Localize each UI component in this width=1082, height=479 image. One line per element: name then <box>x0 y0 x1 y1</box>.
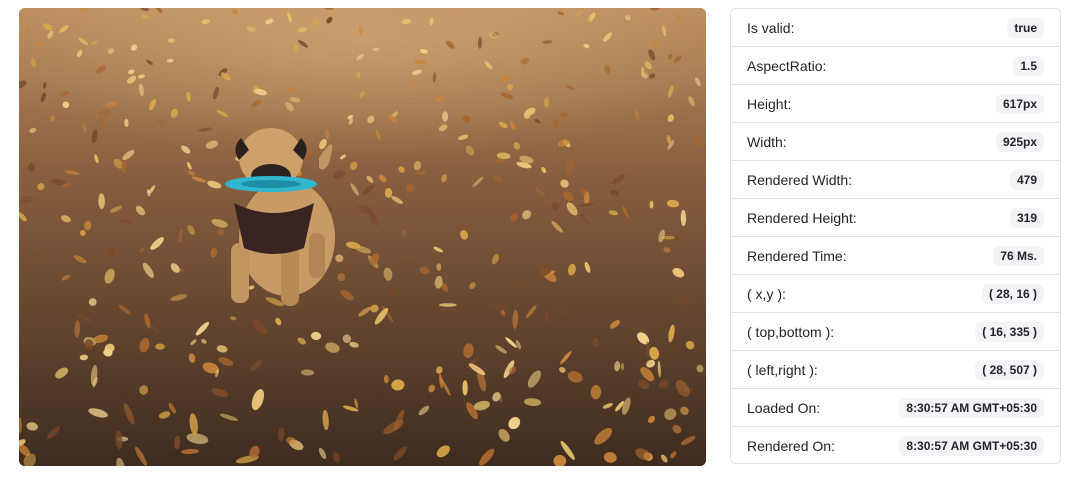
leaf <box>288 87 297 93</box>
property-value-badge: ( 28, 507 ) <box>975 359 1044 380</box>
property-row: Loaded On: 8:30:57 AM GMT+05:30 <box>731 389 1060 427</box>
property-label: Is valid: <box>747 19 795 36</box>
property-value-badge: 319 <box>1009 207 1044 228</box>
property-label: ( top,bottom ): <box>747 323 835 340</box>
property-label: Width: <box>747 133 787 150</box>
property-label: ( x,y ): <box>747 285 786 302</box>
property-label: ( left,right ): <box>747 361 818 378</box>
property-row: AspectRatio: 1.5 <box>731 47 1060 85</box>
property-value-badge: 479 <box>1009 169 1044 190</box>
property-value-badge: 925px <box>995 131 1044 152</box>
property-row: Rendered Width: 479 <box>731 161 1060 199</box>
property-value-badge: ( 28, 16 ) <box>981 283 1044 304</box>
background-glow <box>19 8 706 208</box>
leaf <box>462 380 468 396</box>
image-properties-list: Is valid: true AspectRatio: 1.5 Height: 617px… <box>730 8 1061 464</box>
photo-illustration <box>19 8 706 466</box>
property-row: Is valid: true <box>731 9 1060 47</box>
property-value-badge: 617px <box>995 93 1044 114</box>
property-value-badge: 8:30:57 AM GMT+05:30 <box>899 436 1044 456</box>
property-row: Rendered Height: 319 <box>731 199 1060 237</box>
property-value-badge: 8:30:57 AM GMT+05:30 <box>899 397 1044 418</box>
leaf <box>439 303 457 307</box>
property-row: Height: 617px <box>731 85 1060 123</box>
property-row: Rendered Time: 76 Ms. <box>731 237 1060 275</box>
property-label: AspectRatio: <box>747 57 827 74</box>
property-label: Rendered Width: <box>747 171 853 188</box>
property-row: ( left,right ): ( 28, 507 ) <box>731 351 1060 389</box>
property-row: ( top,bottom ): ( 16, 335 ) <box>731 313 1060 351</box>
property-value-badge: ( 16, 335 ) <box>975 321 1044 342</box>
property-value-badge: 76 Ms. <box>993 245 1044 266</box>
property-label: Rendered Time: <box>747 247 847 264</box>
property-row: ( x,y ): ( 28, 16 ) <box>731 275 1060 313</box>
property-label: Height: <box>747 95 792 112</box>
dog-photo <box>19 8 706 466</box>
page: Is valid: true AspectRatio: 1.5 Height: 617px… <box>0 0 1082 479</box>
property-label: Rendered On: <box>747 438 835 454</box>
leaf <box>384 187 393 198</box>
property-row: Width: 925px <box>731 123 1060 161</box>
property-value-badge: true <box>1007 17 1044 38</box>
property-label: Rendered Height: <box>747 209 857 226</box>
property-label: Loaded On: <box>747 399 821 416</box>
leaf <box>620 363 625 371</box>
property-value-badge: 1.5 <box>1013 55 1044 76</box>
leaf <box>591 337 600 348</box>
property-row: Rendered On: 8:30:57 AM GMT+05:30 <box>731 427 1060 463</box>
